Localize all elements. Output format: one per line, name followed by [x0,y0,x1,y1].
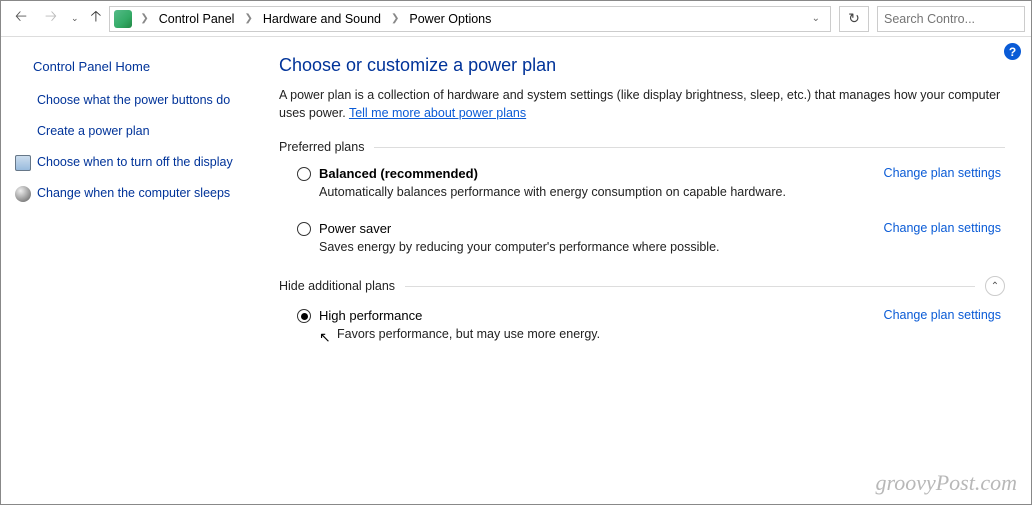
sidebar: Control Panel Home Choose what the power… [1,37,263,504]
sleep-icon [15,186,31,202]
watermark: groovyPost.com [875,470,1017,496]
section-preferred-plans: Preferred plans [279,140,1005,154]
sidebar-item-create-plan[interactable]: Create a power plan [15,123,249,140]
chevron-right-icon: ❯ [136,13,152,24]
divider [405,286,975,287]
section-label: Preferred plans [279,140,364,154]
plan-label[interactable]: Power saver [319,221,391,236]
sidebar-item-label: Change when the computer sleeps [37,185,230,202]
breadcrumb-item[interactable]: Power Options [405,10,495,28]
refresh-button[interactable]: ↻ [839,6,869,32]
sidebar-item-label: Choose what the power buttons do [37,92,230,109]
radio-power-saver[interactable] [297,222,311,236]
collapse-button[interactable]: ⌃ [985,276,1005,296]
plan-label[interactable]: Balanced (recommended) [319,166,478,181]
radio-high-performance[interactable] [297,309,311,323]
content: Control Panel Home Choose what the power… [1,37,1031,504]
sidebar-item-label: Create a power plan [37,123,150,140]
chevron-right-icon: ❯ [240,13,256,24]
section-label: Hide additional plans [279,279,395,293]
plan-desc: Favors performance, but may use more ene… [319,327,600,341]
change-plan-settings-link[interactable]: Change plan settings [884,308,1001,322]
divider [374,147,1005,148]
radio-balanced[interactable] [297,167,311,181]
forward-button[interactable]: 🡢 [37,5,65,33]
plan-label[interactable]: High performance [319,308,422,323]
chevron-right-icon: ❯ [387,13,403,24]
address-dropdown[interactable]: ⌄ [806,13,826,24]
history-dropdown[interactable]: ⌄ [67,13,83,24]
intro-link[interactable]: Tell me more about power plans [349,106,526,120]
up-button[interactable]: 🡡 [85,6,108,31]
change-plan-settings-link[interactable]: Change plan settings [884,166,1001,180]
sidebar-item-turn-off-display[interactable]: Choose when to turn off the display [15,154,249,171]
sidebar-item-power-buttons[interactable]: Choose what the power buttons do [15,92,249,109]
help-icon[interactable]: ? [1004,43,1021,60]
breadcrumb-item[interactable]: Control Panel [155,10,239,28]
main-panel: ? Choose or customize a power plan A pow… [263,37,1031,504]
intro-text: A power plan is a collection of hardware… [279,86,1005,122]
search-input[interactable] [884,12,1032,26]
monitor-icon [15,155,31,171]
sidebar-item-computer-sleeps[interactable]: Change when the computer sleeps [15,185,249,202]
sidebar-home-link[interactable]: Control Panel Home [33,59,249,74]
plan-desc: Saves energy by reducing your computer's… [319,240,1005,254]
toolbar: 🡠 🡢 ⌄ 🡡 ❯ Control Panel ❯ Hardware and S… [1,1,1031,37]
plan-high-performance: High performance Change plan settings ↖ … [297,308,1005,341]
plan-power-saver: Power saver Change plan settings Saves e… [297,221,1005,254]
change-plan-settings-link[interactable]: Change plan settings [884,221,1001,235]
search-box[interactable]: 🔍 [877,6,1025,32]
page-title: Choose or customize a power plan [279,55,1005,76]
control-panel-icon [114,10,132,28]
blank-icon [15,93,31,109]
blank-icon [15,124,31,140]
plan-desc-wrapper: ↖ Favors performance, but may use more e… [319,327,1005,341]
breadcrumb-item[interactable]: Hardware and Sound [259,10,385,28]
sidebar-item-label: Choose when to turn off the display [37,154,233,171]
plan-desc: Automatically balances performance with … [319,185,1005,199]
section-additional-plans: Hide additional plans ⌃ [279,276,1005,296]
back-button[interactable]: 🡠 [7,5,35,33]
plan-balanced: Balanced (recommended) Change plan setti… [297,166,1005,199]
address-bar[interactable]: ❯ Control Panel ❯ Hardware and Sound ❯ P… [109,6,831,32]
